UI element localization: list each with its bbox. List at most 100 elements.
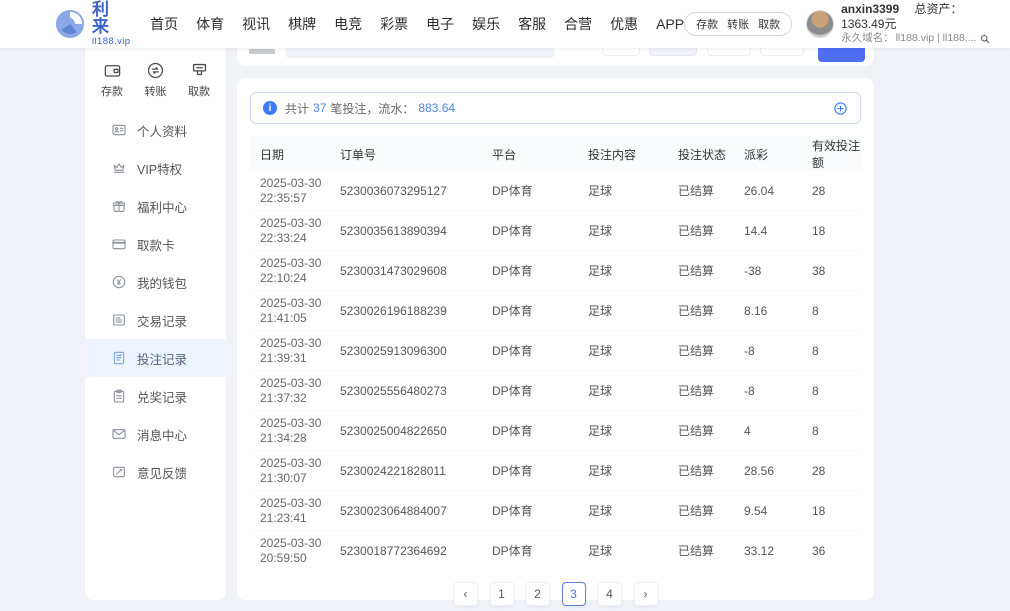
nav-item[interactable]: 彩票 (380, 14, 408, 34)
cell-order-number: 5230023064884007 (330, 491, 482, 531)
nav-item[interactable]: APP (656, 16, 684, 32)
cell-bet-status: 已结算 (668, 331, 734, 371)
site-logo[interactable]: 利 来 ll188.vip (55, 1, 134, 47)
filter-date-input[interactable] (285, 48, 555, 58)
sidebar-menu-item[interactable]: 意见反馈 (85, 453, 226, 491)
cell-date: 2025-03-30 21:41:05 (250, 291, 330, 331)
sidebar-menu-item[interactable]: VIP特权 (85, 149, 226, 187)
sidebar-quick-action[interactable]: 存款 (101, 61, 123, 99)
sidebar-menu-item[interactable]: 消息中心 (85, 415, 226, 453)
cell-bet-content: 足球 (578, 491, 668, 531)
nav-item[interactable]: 电子 (426, 14, 454, 34)
cell-bet-content: 足球 (578, 411, 668, 451)
pagination-button[interactable]: › (634, 582, 658, 606)
bet-count: 37 (313, 101, 326, 115)
cell-bet-content: 足球 (578, 371, 668, 411)
sidebar-quick-action[interactable]: 取款 (188, 61, 210, 99)
cell-platform: DP体育 (482, 411, 578, 451)
filter-range-option[interactable] (760, 48, 804, 56)
cell-date: 2025-03-30 22:35:57 (250, 171, 330, 211)
pagination-button[interactable]: 3 (562, 582, 586, 606)
sidebar-menu-item[interactable]: 我的钱包 (85, 263, 226, 301)
pagination-button[interactable]: ‹ (454, 582, 478, 606)
cell-date: 2025-03-30 21:37:32 (250, 371, 330, 411)
table-row: 2025-03-30 21:30:07 5230024221828011 DP体… (250, 451, 861, 491)
avatar[interactable] (806, 10, 834, 38)
vip-icon (111, 160, 127, 176)
column-header: 订单号 (330, 137, 482, 171)
filter-label-fragment (249, 49, 275, 54)
logo-icon (55, 9, 85, 39)
sidebar-menu-item[interactable]: 投注记录 (85, 339, 226, 377)
filter-range-option[interactable] (707, 48, 751, 56)
nav-item[interactable]: 电竞 (334, 14, 362, 34)
filter-bar-cutoff (237, 48, 874, 66)
sidebar-quick-action[interactable]: 转账 (145, 61, 167, 99)
sidebar-menu-item[interactable]: 交易记录 (85, 301, 226, 339)
cell-valid-amount: 8 (802, 291, 861, 331)
wallet-pill-button[interactable]: 取款 (758, 16, 780, 32)
deposit-icon (103, 61, 122, 80)
cell-date: 2025-03-30 22:33:24 (250, 211, 330, 251)
cell-bet-status: 已结算 (668, 211, 734, 251)
cell-bet-content: 足球 (578, 251, 668, 291)
cell-platform: DP体育 (482, 251, 578, 291)
nav-item[interactable]: 体育 (196, 14, 224, 34)
nav-item[interactable]: 合营 (564, 14, 592, 34)
cell-bet-status: 已结算 (668, 531, 734, 571)
column-header: 日期 (250, 137, 330, 171)
cell-bet-content: 足球 (578, 211, 668, 251)
pagination-button[interactable]: 2 (526, 582, 550, 606)
cell-bet-status: 已结算 (668, 171, 734, 211)
wallet-pill-button[interactable]: 转账 (727, 16, 749, 32)
cell-payout: -8 (734, 371, 802, 411)
assets-value: 1363.49元 (841, 17, 896, 31)
filter-range-option[interactable] (602, 48, 640, 56)
wallet-pill-button[interactable]: 存款 (696, 16, 718, 32)
nav-item[interactable]: 客服 (518, 14, 546, 34)
sidebar-menu-item[interactable]: 取款卡 (85, 225, 226, 263)
nav-item[interactable]: 视讯 (242, 14, 270, 34)
filter-range-option[interactable] (649, 48, 697, 56)
plus-circle-icon[interactable] (833, 101, 848, 116)
cell-platform: DP体育 (482, 451, 578, 491)
cell-payout: -38 (734, 251, 802, 291)
filter-search-button[interactable] (818, 48, 865, 62)
sidebar-menu-item[interactable]: 个人资料 (85, 111, 226, 149)
column-header: 投注状态 (668, 137, 734, 171)
cell-bet-status: 已结算 (668, 451, 734, 491)
table-row: 2025-03-30 22:10:24 5230031473029608 DP体… (250, 251, 861, 291)
withdraw-card-icon (111, 236, 127, 252)
summary-bar: i 共计 37 笔投注，流水： 883.64 (250, 92, 861, 124)
sidebar: 存款 转账 取款 个人资料 (85, 48, 226, 600)
pagination-button[interactable]: 1 (490, 582, 514, 606)
table-row: 2025-03-30 21:39:31 5230025913096300 DP体… (250, 331, 861, 371)
cell-valid-amount: 8 (802, 371, 861, 411)
search-icon[interactable] (979, 33, 991, 45)
sidebar-menu-item[interactable]: 兑奖记录 (85, 377, 226, 415)
sidebar-menu-item[interactable]: 福利中心 (85, 187, 226, 225)
account-line2: 永久域名： ll188.vip | ll188.... (841, 32, 1000, 45)
nav-item[interactable]: 首页 (150, 14, 178, 34)
table-row: 2025-03-30 21:37:32 5230025556480273 DP体… (250, 371, 861, 411)
nav-item[interactable]: 优惠 (610, 14, 638, 34)
cell-valid-amount: 18 (802, 211, 861, 251)
account-line1: anxin3399 总资产： 1363.49元 (841, 2, 1000, 32)
pagination-button[interactable]: 4 (598, 582, 622, 606)
table-header-row: 日期订单号平台投注内容投注状态派彩有效投注额 (250, 137, 861, 171)
cell-order-number: 5230026196188239 (330, 291, 482, 331)
bet-record-icon (111, 350, 127, 366)
table-row: 2025-03-30 21:23:41 5230023064884007 DP体… (250, 491, 861, 531)
cell-platform: DP体育 (482, 531, 578, 571)
cell-order-number: 5230025913096300 (330, 331, 482, 371)
profile-icon (111, 122, 127, 138)
cell-valid-amount: 18 (802, 491, 861, 531)
cell-bet-status: 已结算 (668, 371, 734, 411)
wallet-icon (111, 274, 127, 290)
nav-item[interactable]: 棋牌 (288, 14, 316, 34)
cell-order-number: 5230018772364692 (330, 531, 482, 571)
nav-item[interactable]: 娱乐 (472, 14, 500, 34)
cell-platform: DP体育 (482, 491, 578, 531)
cell-valid-amount: 36 (802, 531, 861, 571)
domain-label: 永久域名： (841, 32, 894, 45)
